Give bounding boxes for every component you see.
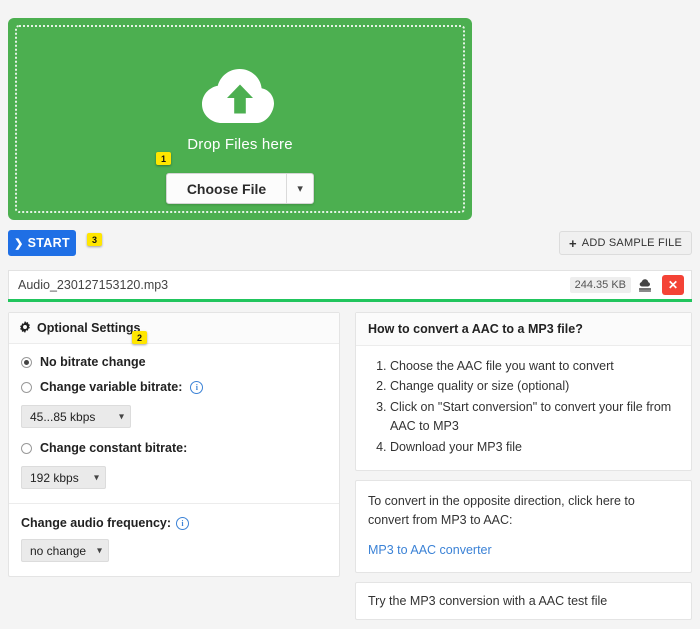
remove-file-button[interactable]: ✕ (662, 275, 684, 295)
list-item: Click on "Start conversion" to convert y… (390, 398, 679, 437)
test-file-card: Try the MP3 conversion with a AAC test f… (355, 582, 692, 620)
annotation-badge-3: 3 (87, 233, 102, 246)
add-sample-file-label: ADD SAMPLE FILE (581, 237, 682, 249)
audio-frequency-select-wrap: no change ▾ (21, 539, 109, 562)
radio-constant-bitrate[interactable] (21, 442, 32, 454)
audio-frequency-select[interactable]: no change (21, 539, 109, 562)
howto-title: How to convert a AAC to a MP3 file? (356, 313, 691, 346)
choose-file-button[interactable]: Choose File ▾ (165, 173, 315, 204)
mp3-to-aac-converter-link[interactable]: MP3 to AAC converter (368, 541, 492, 560)
cloud-download-icon[interactable] (638, 278, 652, 292)
dropzone-inner[interactable]: Drop Files here Choose File ▾ (15, 25, 465, 213)
plus-icon: + (569, 235, 577, 251)
variable-bitrate-select-wrap: 45...85 kbps ▾ (21, 405, 131, 428)
optional-settings-title: Optional Settings (37, 321, 141, 335)
constant-bitrate-select[interactable]: 192 kbps (21, 466, 106, 489)
variable-bitrate-select[interactable]: 45...85 kbps (21, 405, 131, 428)
choose-file-label: Choose File (186, 180, 267, 197)
optional-settings-body: No bitrate change Change variable bitrat… (9, 344, 339, 576)
howto-step-2: Change quality or size (optional) (390, 379, 570, 394)
choose-file-wrap: Choose File ▾ (165, 173, 315, 204)
opposite-direction-body: To convert in the opposite direction, cl… (356, 481, 691, 572)
radio-no-bitrate-change[interactable] (21, 356, 32, 368)
gear-icon (19, 320, 31, 336)
list-item: Change quality or size (optional) (390, 377, 679, 396)
cloud-upload-icon (200, 65, 280, 130)
annotation-badge-1: 1 (156, 152, 171, 165)
radio-variable-bitrate[interactable] (21, 381, 32, 393)
settings-divider (9, 503, 339, 504)
optional-settings-header[interactable]: Optional Settings (9, 313, 339, 344)
opposite-direction-text: To convert in the opposite direction, cl… (368, 493, 635, 528)
file-progress-bar (8, 299, 692, 302)
howto-step-1: Choose the AAC file you want to convert (390, 359, 614, 373)
drop-files-label: Drop Files here (187, 136, 293, 153)
page-root: Drop Files here Choose File ▾ 1 ❯ START … (0, 0, 700, 620)
info-circle-icon[interactable]: i (190, 380, 204, 394)
file-dropzone[interactable]: Drop Files here Choose File ▾ (8, 18, 472, 220)
radio-variable-bitrate-label: Change variable bitrate: (40, 380, 183, 394)
howto-body: Choose the AAC file you want to convert … (356, 346, 691, 470)
test-file-text: Try the MP3 conversion with a AAC test f… (368, 594, 608, 608)
opposite-direction-card: To convert in the opposite direction, cl… (355, 479, 692, 573)
file-name: Audio_230127153120.mp3 (18, 278, 169, 292)
radio-variable-bitrate-row[interactable]: Change variable bitrate: i (21, 380, 327, 394)
annotation-badge-2: 2 (132, 331, 147, 344)
howto-step-3: Click on "Start conversion" to convert y… (390, 399, 672, 434)
audio-frequency-label: Change audio frequency: (21, 516, 172, 530)
howto-steps: Choose the AAC file you want to convert … (368, 357, 679, 457)
constant-bitrate-select-wrap: 192 kbps ▾ (21, 466, 106, 489)
file-row: Audio_230127153120.mp3 244.35 KB ✕ (8, 270, 692, 299)
list-item: Choose the AAC file you want to convert (390, 357, 679, 376)
list-item: Download your MP3 file (390, 438, 679, 457)
add-sample-file-button[interactable]: + ADD SAMPLE FILE (559, 231, 692, 255)
radio-constant-bitrate-label: Change constant bitrate: (40, 441, 188, 455)
start-button-label: START (27, 236, 70, 250)
optional-settings-panel: Optional Settings No bitrate change Chan… (8, 312, 340, 577)
info-circle-icon[interactable]: i (176, 516, 190, 530)
radio-no-bitrate-change-row[interactable]: No bitrate change (21, 355, 327, 369)
howto-step-4: Download your MP3 file (390, 439, 523, 454)
howto-card: How to convert a AAC to a MP3 file? Choo… (355, 312, 692, 471)
radio-constant-bitrate-row[interactable]: Change constant bitrate: (21, 441, 327, 455)
audio-frequency-label-row: Change audio frequency: i (21, 516, 327, 530)
info-column: How to convert a AAC to a MP3 file? Choo… (355, 312, 692, 629)
file-size: 244.35 KB (569, 277, 631, 293)
chevron-right-icon: ❯ (14, 237, 24, 250)
chevron-down-icon[interactable]: ▾ (286, 174, 313, 203)
start-button[interactable]: ❯ START (8, 230, 76, 256)
radio-no-bitrate-change-label: No bitrate change (40, 355, 146, 369)
